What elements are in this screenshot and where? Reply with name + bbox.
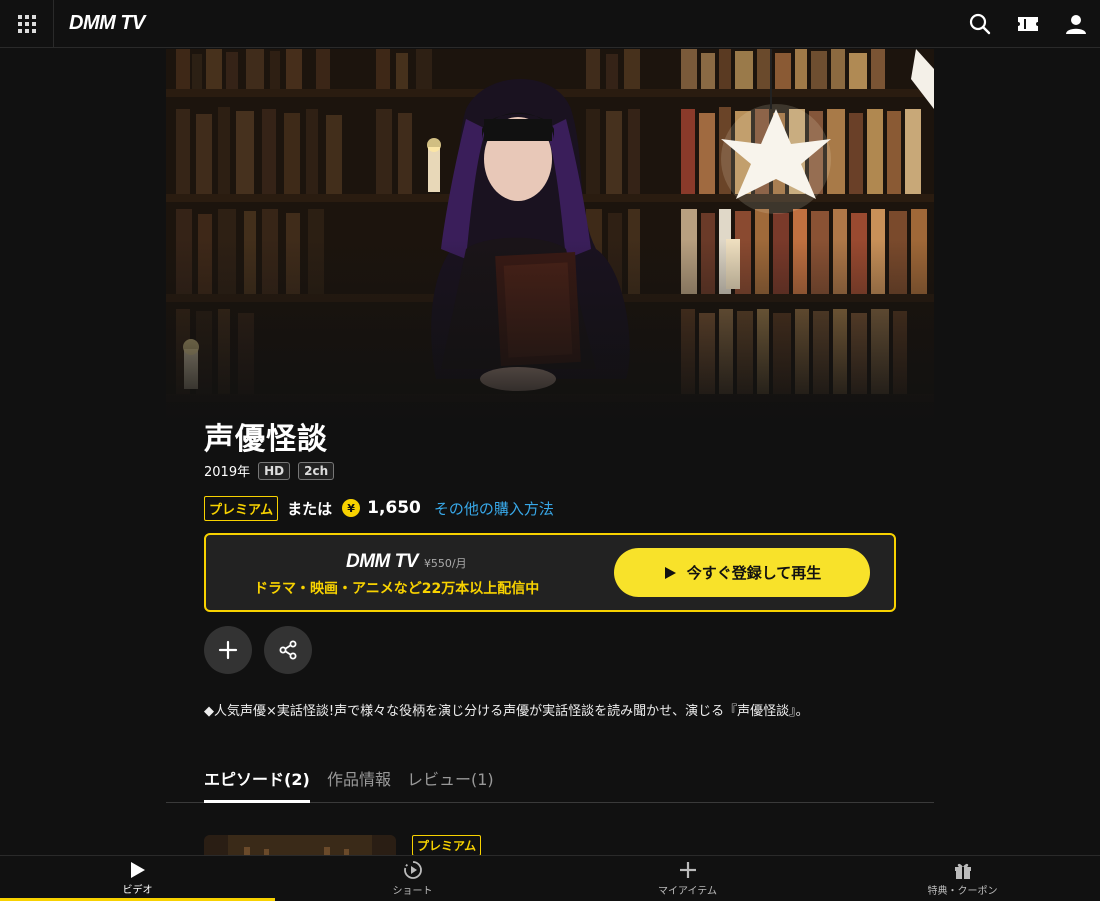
- nav-my-items-label: マイアイテム: [658, 886, 717, 897]
- register-and-play-label: 今すぐ登録して再生: [686, 564, 822, 582]
- short-play-icon: [403, 861, 422, 879]
- episode-thumbnail[interactable]: [204, 835, 396, 855]
- dmm-tv-logo[interactable]: DMM TV: [69, 12, 145, 35]
- episode-thumbnail-image: [204, 835, 396, 855]
- search-icon: [969, 13, 991, 35]
- tab-episodes[interactable]: エピソード(2): [204, 766, 310, 803]
- audio-tag: 2ch: [298, 461, 335, 480]
- top-header: DMM TV: [0, 0, 1100, 48]
- promo-subtitle: ドラマ・映画・アニメなど22万本以上配信中: [254, 581, 540, 597]
- detail-tabs: エピソード(2) 作品情報 レビュー(1): [166, 756, 934, 803]
- add-to-mylist-button[interactable]: [204, 626, 252, 674]
- tab-work-info[interactable]: 作品情報: [327, 766, 391, 803]
- share-button[interactable]: [264, 626, 312, 674]
- subscription-promo: DMM TV ¥550/月 ドラマ・映画・アニメなど22万本以上配信中 今すぐ登…: [204, 533, 896, 612]
- play-icon: [130, 862, 145, 878]
- nav-video[interactable]: ビデオ: [0, 856, 275, 901]
- search-button[interactable]: [968, 12, 992, 36]
- other-purchase-link[interactable]: その他の購入方法: [434, 498, 554, 519]
- play-icon: [664, 566, 676, 579]
- share-icon: [279, 640, 297, 660]
- promo-dmm-tv-logo: DMM TV: [346, 551, 418, 572]
- plus-icon: [679, 862, 696, 878]
- grid-icon: [17, 14, 36, 33]
- promo-logo: DMM TV ¥550/月: [346, 551, 467, 573]
- apps-grid-button[interactable]: [0, 0, 54, 48]
- user-icon: [1066, 15, 1086, 34]
- synopsis-text: ◆人気声優×実話怪談!声で様々な役柄を演じ分ける声優が実話怪談を読み聞かせ、演じ…: [204, 704, 809, 719]
- nav-my-items[interactable]: マイアイテム: [550, 856, 825, 901]
- quality-tag: HD: [258, 461, 291, 480]
- nav-video-label: ビデオ: [122, 885, 153, 896]
- title-meta: 2019年 HD 2ch: [204, 461, 335, 480]
- price-row: プレミアム または ¥ 1,650 その他の購入方法: [204, 495, 554, 521]
- register-and-play-button[interactable]: 今すぐ登録して再生: [614, 548, 870, 597]
- bottom-navigation: ビデオ ショート マイアイテム 特典・クーポン: [0, 855, 1100, 901]
- nav-benefits-coupons[interactable]: 特典・クーポン: [825, 856, 1100, 901]
- hero-image: [166, 49, 934, 439]
- page-title: 声優怪談: [204, 422, 328, 457]
- nav-short-label: ショート: [392, 886, 433, 897]
- ticket-icon: [1018, 17, 1038, 31]
- gift-icon: [954, 863, 971, 879]
- ticket-button[interactable]: [1016, 12, 1040, 36]
- tab-reviews[interactable]: レビュー(1): [407, 766, 494, 803]
- episode-premium-badge: プレミアム: [412, 835, 482, 856]
- premium-badge: プレミアム: [204, 495, 279, 521]
- plus-icon: [218, 640, 238, 660]
- or-label: または: [287, 499, 333, 518]
- yen-coin-icon: ¥: [342, 499, 361, 517]
- nav-benefits-label: 特典・クーポン: [927, 886, 998, 897]
- promo-price: ¥550/月: [423, 557, 467, 570]
- release-year: 2019年: [204, 465, 251, 480]
- price-amount: 1,650: [367, 498, 421, 518]
- account-button[interactable]: [1064, 12, 1088, 36]
- nav-short[interactable]: ショート: [275, 856, 550, 901]
- hero-gradient: [166, 239, 934, 439]
